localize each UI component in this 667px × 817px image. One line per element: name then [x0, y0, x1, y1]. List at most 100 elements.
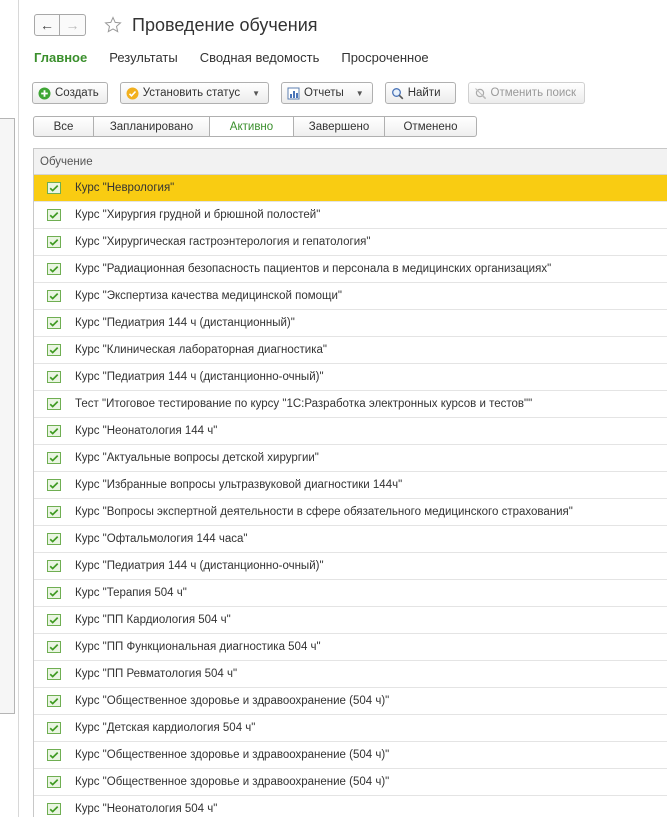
list-item[interactable]: Тест "Итоговое тестирование по курсу "1С…: [34, 391, 667, 418]
list-item[interactable]: Курс "Клиническая лабораторная диагности…: [34, 337, 667, 364]
list-item[interactable]: Курс "Офтальмология 144 часа": [34, 526, 667, 553]
training-document-icon: [47, 775, 63, 789]
column-header-training[interactable]: Обучение: [34, 149, 667, 175]
list-item[interactable]: Курс "Общественное здоровье и здравоохра…: [34, 688, 667, 715]
filter-planned[interactable]: Запланировано: [94, 116, 210, 137]
cancel-search-label: Отменить поиск: [490, 87, 577, 99]
toolbar: Создать Установить статус ▼ Отчеты ▼ Най…: [32, 82, 597, 104]
cancel-search-button[interactable]: Отменить поиск: [467, 82, 586, 104]
find-label: Найти: [407, 87, 441, 99]
training-document-icon: [47, 667, 63, 681]
tab-overdue[interactable]: Просроченное: [341, 50, 428, 65]
list-item[interactable]: Курс "Педиатрия 144 ч (дистанционный)": [34, 310, 667, 337]
find-button[interactable]: Найти: [384, 82, 456, 104]
forward-button[interactable]: →: [60, 14, 86, 36]
filter-completed[interactable]: Завершено: [294, 116, 385, 137]
list-rows: Курс "Неврология" Курс "Хирургия грудной …: [34, 175, 667, 817]
training-document-icon: [47, 586, 63, 600]
list-item-label: Курс "Общественное здоровье и здравоохра…: [75, 776, 390, 788]
filter-all[interactable]: Все: [33, 116, 94, 137]
reports-button[interactable]: Отчеты ▼: [281, 82, 373, 104]
add-icon: [38, 87, 51, 100]
set-status-label: Установить статус: [142, 87, 241, 99]
list-item[interactable]: Курс "Педиатрия 144 ч (дистанционно-очны…: [34, 553, 667, 580]
list-item-label: Курс "ПП Кардиология 504 ч": [75, 614, 231, 626]
list-item[interactable]: Курс "ПП Кардиология 504 ч": [34, 607, 667, 634]
list-item[interactable]: Курс "Вопросы экспертной деятельности в …: [34, 499, 667, 526]
list-item[interactable]: Курс "Детская кардиология 504 ч": [34, 715, 667, 742]
training-document-icon: [47, 694, 63, 708]
training-document-icon: [47, 721, 63, 735]
list-item-label: Курс "Терапия 504 ч": [75, 587, 187, 599]
cancel-search-icon: [474, 87, 487, 100]
side-panel: [0, 118, 15, 714]
list-item[interactable]: Курс "Общественное здоровье и здравоохра…: [34, 742, 667, 769]
list-item[interactable]: Курс "Терапия 504 ч": [34, 580, 667, 607]
list-item-label: Курс "Неонатология 504 ч": [75, 803, 218, 815]
list-item-label: Курс "Актуальные вопросы детской хирурги…: [75, 452, 319, 464]
training-document-icon: [47, 802, 63, 816]
training-document-icon: [47, 343, 63, 357]
training-document-icon: [47, 451, 63, 465]
training-document-icon: [47, 424, 63, 438]
reports-label: Отчеты: [304, 87, 344, 99]
title-bar: ← → Проведение обучения: [34, 12, 318, 38]
list-item-label: Курс "Экспертиза качества медицинской по…: [75, 290, 343, 302]
favorite-star-icon[interactable]: [104, 16, 122, 34]
filter-active[interactable]: Активно: [210, 116, 294, 137]
report-chart-icon: [287, 87, 300, 100]
chevron-down-icon: ▼: [355, 88, 364, 98]
training-document-icon: [47, 208, 63, 222]
tab-summary[interactable]: Сводная ведомость: [200, 50, 320, 65]
list-item[interactable]: Курс "Избранные вопросы ультразвуковой д…: [34, 472, 667, 499]
left-divider: [18, 0, 19, 817]
list-item[interactable]: Курс "ПП Функциональная диагностика 504 …: [34, 634, 667, 661]
back-button[interactable]: ←: [34, 14, 60, 36]
list-item-label: Курс "Педиатрия 144 ч (дистанционно-очны…: [75, 560, 324, 572]
tab-results[interactable]: Результаты: [109, 50, 177, 65]
chevron-down-icon: ▼: [252, 88, 260, 98]
list-item-label: Курс "Неврология": [75, 182, 175, 194]
list-item[interactable]: Курс "Хирургическая гастроэнтерология и …: [34, 229, 667, 256]
list-item[interactable]: Курс "Неонатология 504 ч": [34, 796, 667, 817]
list-item[interactable]: Курс "Хирургия грудной и брюшной полосте…: [34, 202, 667, 229]
list-item-label: Курс "Радиационная безопасность пациенто…: [75, 263, 552, 275]
list-item[interactable]: Курс "Экспертиза качества медицинской по…: [34, 283, 667, 310]
set-status-button[interactable]: Установить статус ▼: [119, 82, 269, 104]
list-item-label: Тест "Итоговое тестирование по курсу "1С…: [75, 398, 533, 410]
arrow-right-icon: →: [65, 17, 80, 33]
training-document-icon: [47, 532, 63, 546]
section-tabs: Главное Результаты Сводная ведомость Про…: [34, 50, 451, 65]
training-document-icon: [47, 370, 63, 384]
list-item-label: Курс "Педиатрия 144 ч (дистанционно-очны…: [75, 371, 324, 383]
list-item-label: Курс "ПП Ревматология 504 ч": [75, 668, 238, 680]
list-item[interactable]: Курс "Радиационная безопасность пациенто…: [34, 256, 667, 283]
list-item[interactable]: Курс "Педиатрия 144 ч (дистанционно-очны…: [34, 364, 667, 391]
page-title: Проведение обучения: [132, 14, 318, 35]
create-button[interactable]: Создать: [32, 82, 108, 104]
list-item-label: Курс "Неонатология 144 ч": [75, 425, 218, 437]
check-status-icon: [126, 87, 139, 100]
tab-main[interactable]: Главное: [34, 50, 87, 65]
arrow-left-icon: ←: [40, 17, 54, 33]
training-document-icon: [47, 505, 63, 519]
training-document-icon: [47, 235, 63, 249]
column-header-label: Обучение: [40, 155, 93, 168]
list-item-label: Курс "Избранные вопросы ультразвуковой д…: [75, 479, 403, 491]
training-document-icon: [47, 316, 63, 330]
status-filter: Все Запланировано Активно Завершено Отме…: [33, 116, 477, 137]
list-item-label: Курс "Хирургическая гастроэнтерология и …: [75, 236, 371, 248]
main-area: ← → Проведение обучения Главное Результа…: [20, 0, 667, 817]
training-document-icon: [47, 748, 63, 762]
list-item-label: Курс "Офтальмология 144 часа": [75, 533, 248, 545]
training-document-icon: [47, 613, 63, 627]
list-item-label: Курс "Педиатрия 144 ч (дистанционный)": [75, 317, 295, 329]
list-item[interactable]: Курс "Актуальные вопросы детской хирурги…: [34, 445, 667, 472]
list-item-label: Курс "Вопросы экспертной деятельности в …: [75, 506, 573, 518]
list-item[interactable]: Курс "ПП Ревматология 504 ч": [34, 661, 667, 688]
list-item[interactable]: Курс "Общественное здоровье и здравоохра…: [34, 769, 667, 796]
filter-cancelled[interactable]: Отменено: [385, 116, 477, 137]
list-item-label: Курс "Общественное здоровье и здравоохра…: [75, 695, 390, 707]
list-item[interactable]: Курс "Неврология": [34, 175, 667, 202]
list-item[interactable]: Курс "Неонатология 144 ч": [34, 418, 667, 445]
